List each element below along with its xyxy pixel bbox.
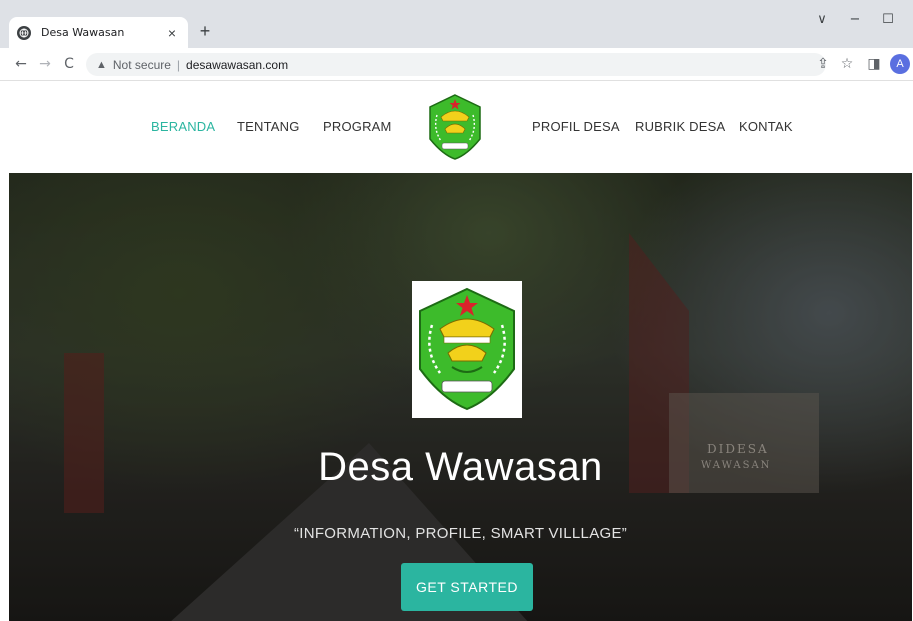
close-tab-icon[interactable]: × — [164, 25, 180, 41]
profile-avatar[interactable]: A — [890, 54, 910, 74]
browser-tabstrip: Desa Wawasan × + ∨ − ☐ — [0, 0, 913, 48]
nav-item-beranda[interactable]: BERANDA — [151, 119, 215, 134]
url-text[interactable]: desawawasan.com — [186, 58, 288, 72]
maximize-button[interactable]: ☐ — [878, 12, 898, 27]
security-status[interactable]: Not secure — [113, 58, 171, 72]
nav-item-program[interactable]: PROGRAM — [323, 119, 392, 134]
side-panel-icon[interactable]: ◨ — [866, 56, 882, 72]
get-started-button[interactable]: GET STARTED — [401, 563, 533, 611]
site-logo[interactable] — [427, 93, 483, 161]
hero-section: DIDESA WAWASAN Desa Wawasan “INFORMATION… — [9, 173, 912, 621]
nav-item-tentang[interactable]: TENTANG — [237, 119, 300, 134]
reload-button[interactable]: C — [60, 55, 78, 73]
new-tab-button[interactable]: + — [195, 21, 215, 42]
nav-item-rubrik-desa[interactable]: RUBRIK DESA — [635, 119, 725, 134]
tab-search-icon[interactable]: ∨ — [812, 12, 832, 27]
omnibox-separator: | — [176, 57, 181, 72]
hero-title: Desa Wawasan — [318, 445, 603, 489]
bookmark-star-icon[interactable]: ☆ — [839, 56, 855, 72]
back-button[interactable]: ← — [12, 55, 30, 73]
hero-tagline: “INFORMATION, PROFILE, SMART VILLLAGE” — [293, 525, 628, 542]
site-header: BERANDA TENTANG PROGRAM PROFIL DESA RUBR… — [0, 81, 913, 173]
nav-item-kontak[interactable]: KONTAK — [739, 119, 793, 134]
browser-toolbar: ← → C ▲ Not secure | desawawasan.com ⇪ ☆… — [0, 48, 913, 81]
browser-tab[interactable]: Desa Wawasan × — [9, 17, 188, 48]
forward-button[interactable]: → — [36, 55, 54, 73]
nav-item-profil-desa[interactable]: PROFIL DESA — [532, 119, 620, 134]
share-icon[interactable]: ⇪ — [815, 56, 831, 72]
hero-logo — [412, 281, 522, 418]
address-bar[interactable]: ▲ Not secure | desawawasan.com — [86, 53, 826, 76]
globe-icon — [17, 25, 31, 40]
warning-icon: ▲ — [96, 58, 107, 71]
minimize-button[interactable]: − — [845, 12, 865, 27]
tab-title: Desa Wawasan — [41, 26, 125, 39]
